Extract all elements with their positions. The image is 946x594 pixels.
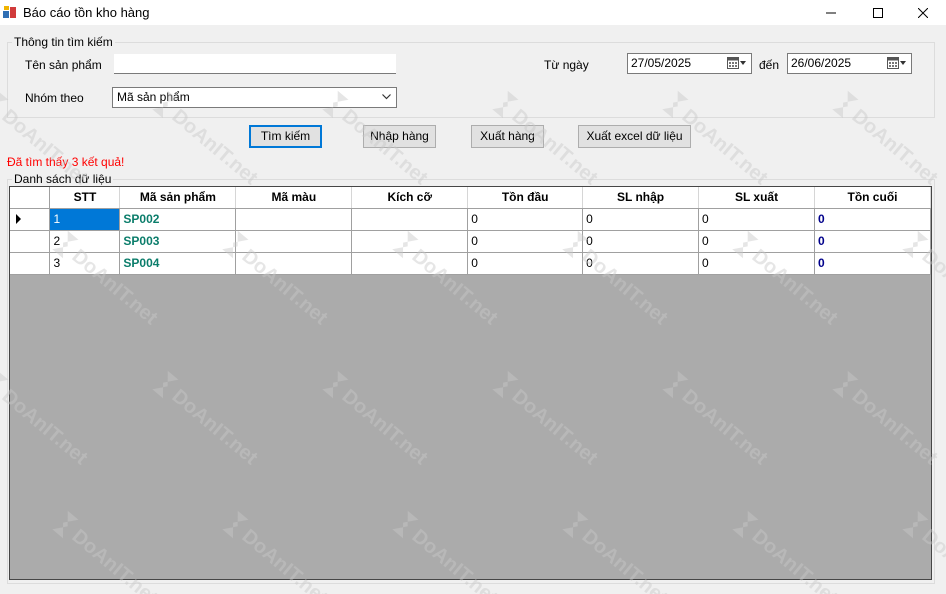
row-header[interactable]: [10, 208, 51, 231]
column-header[interactable]: Kích cỡ: [351, 187, 469, 209]
column-header[interactable]: STT: [49, 187, 121, 209]
table-cell[interactable]: 0: [582, 230, 700, 253]
export-excel-button[interactable]: Xuất excel dữ liệu: [578, 125, 691, 148]
minimize-icon: [826, 12, 836, 13]
export-button[interactable]: Xuất hàng: [471, 125, 544, 148]
inventory-table: STT Mã sản phẩm Mã màu Kích cỡ Tồn đầu S…: [10, 187, 931, 275]
from-date-label: Từ ngày: [544, 58, 589, 72]
column-header[interactable]: SL nhập: [582, 187, 700, 209]
row-header[interactable]: [10, 230, 51, 253]
group-by-select[interactable]: Mã sản phẩm: [112, 87, 397, 108]
from-date-value: 27/05/2025: [631, 56, 692, 70]
calendar-icon: [887, 57, 906, 69]
table-cell[interactable]: [351, 230, 469, 253]
group-by-value: Mã sản phẩm: [117, 90, 190, 104]
column-header[interactable]: Tồn đầu: [467, 187, 584, 209]
close-button[interactable]: [900, 0, 946, 25]
data-list-group-label: Danh sách dữ liệu: [14, 172, 112, 186]
row-header-corner: [10, 187, 51, 209]
chevron-down-icon: [382, 94, 391, 100]
search-button[interactable]: Tìm kiếm: [249, 125, 322, 148]
table-cell[interactable]: 0: [814, 252, 931, 275]
table-cell[interactable]: 1: [49, 208, 121, 231]
maximize-button[interactable]: [855, 0, 901, 25]
table-cell[interactable]: 0: [582, 252, 700, 275]
column-header[interactable]: Tồn cuối: [814, 187, 931, 209]
table-cell[interactable]: [235, 208, 353, 231]
table-cell[interactable]: SP003: [119, 230, 237, 253]
table-cell[interactable]: 0: [698, 230, 815, 253]
table-row[interactable]: 2 SP003 0 0 0 0: [10, 230, 931, 253]
row-header[interactable]: [10, 252, 51, 275]
column-header[interactable]: SL xuất: [698, 187, 815, 209]
table-cell[interactable]: SP004: [119, 252, 237, 275]
table-cell[interactable]: [351, 252, 469, 275]
current-row-arrow-icon: [16, 214, 21, 224]
calendar-icon: [727, 57, 746, 69]
to-date-label: đến: [759, 58, 780, 72]
table-cell[interactable]: 0: [814, 208, 931, 231]
table-cell[interactable]: 3: [49, 252, 121, 275]
table-cell[interactable]: 0: [698, 208, 815, 231]
import-button[interactable]: Nhập hàng: [363, 125, 436, 148]
table-row[interactable]: 1 SP002 0 0 0 0: [10, 208, 931, 231]
table-header-row: STT Mã sản phẩm Mã màu Kích cỡ Tồn đầu S…: [10, 187, 931, 209]
table-row[interactable]: 3 SP004 0 0 0 0: [10, 252, 931, 275]
from-date-picker[interactable]: 27/05/2025: [627, 53, 752, 74]
result-message: Đã tìm thấy 3 kết quả!: [7, 155, 125, 169]
app-icon: [3, 6, 16, 18]
table-cell[interactable]: 0: [467, 208, 584, 231]
table-cell[interactable]: 0: [467, 230, 584, 253]
table-cell[interactable]: [235, 230, 353, 253]
minimize-button[interactable]: [808, 0, 854, 25]
table-cell[interactable]: 0: [467, 252, 584, 275]
table-cell[interactable]: [351, 208, 469, 231]
title-bar: Báo cáo tồn kho hàng: [0, 0, 946, 25]
table-cell[interactable]: 2: [49, 230, 121, 253]
table-cell[interactable]: [235, 252, 353, 275]
window-title: Báo cáo tồn kho hàng: [23, 5, 150, 20]
table-cell[interactable]: 0: [582, 208, 700, 231]
to-date-value: 26/06/2025: [791, 56, 852, 70]
search-group-label: Thông tin tìm kiếm: [14, 35, 113, 49]
product-name-label: Tên sản phẩm: [25, 58, 102, 72]
maximize-icon: [873, 7, 883, 18]
inventory-grid[interactable]: STT Mã sản phẩm Mã màu Kích cỡ Tồn đầu S…: [9, 186, 932, 580]
close-icon: [918, 7, 928, 18]
product-name-input[interactable]: [114, 54, 396, 74]
group-by-label: Nhóm theo: [25, 91, 84, 105]
column-header[interactable]: Mã sản phẩm: [119, 187, 237, 209]
table-cell[interactable]: SP002: [119, 208, 237, 231]
table-cell[interactable]: 0: [698, 252, 815, 275]
column-header[interactable]: Mã màu: [235, 187, 353, 209]
table-cell[interactable]: 0: [814, 230, 931, 253]
to-date-picker[interactable]: 26/06/2025: [787, 53, 912, 74]
